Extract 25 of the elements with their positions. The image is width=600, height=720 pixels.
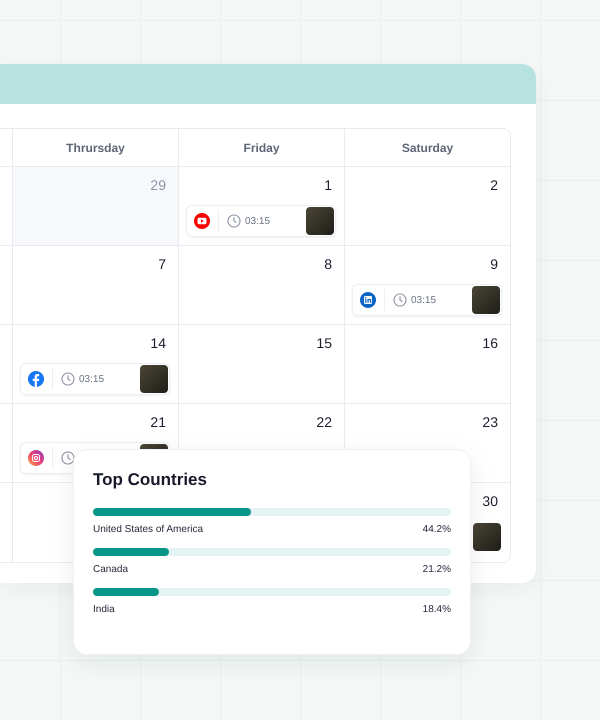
day-number: 8 [324, 256, 332, 274]
day-number: 14 [150, 335, 166, 353]
day-number: 15 [316, 335, 332, 353]
day-number: 30 [482, 493, 498, 511]
day-number: 21 [150, 414, 166, 432]
day-number: 9 [490, 256, 498, 274]
country-percentage: 18.4% [422, 604, 451, 615]
day-number: 22 [316, 414, 332, 432]
post-time: 03:15 [411, 294, 436, 306]
day-number: 16 [482, 335, 498, 353]
post-time: 03:15 [79, 374, 104, 384]
day-number: 1 [324, 177, 332, 195]
post-time: 03:15 [245, 216, 270, 226]
country-name: United States of America [93, 524, 204, 535]
weekday-header: Friday [178, 129, 344, 167]
country-percentage: 21.2% [422, 564, 451, 575]
country-name: Canada [93, 564, 128, 575]
day-number: 23 [482, 414, 498, 432]
country-percentage: 44.2% [422, 524, 451, 535]
card-title: Top Countries [93, 470, 208, 490]
day-number: 2 [490, 177, 498, 195]
country-name: India [93, 604, 115, 615]
day-number: 29 [150, 177, 166, 195]
day-number: 7 [158, 256, 166, 274]
weekday-header: Saturday [344, 129, 510, 167]
